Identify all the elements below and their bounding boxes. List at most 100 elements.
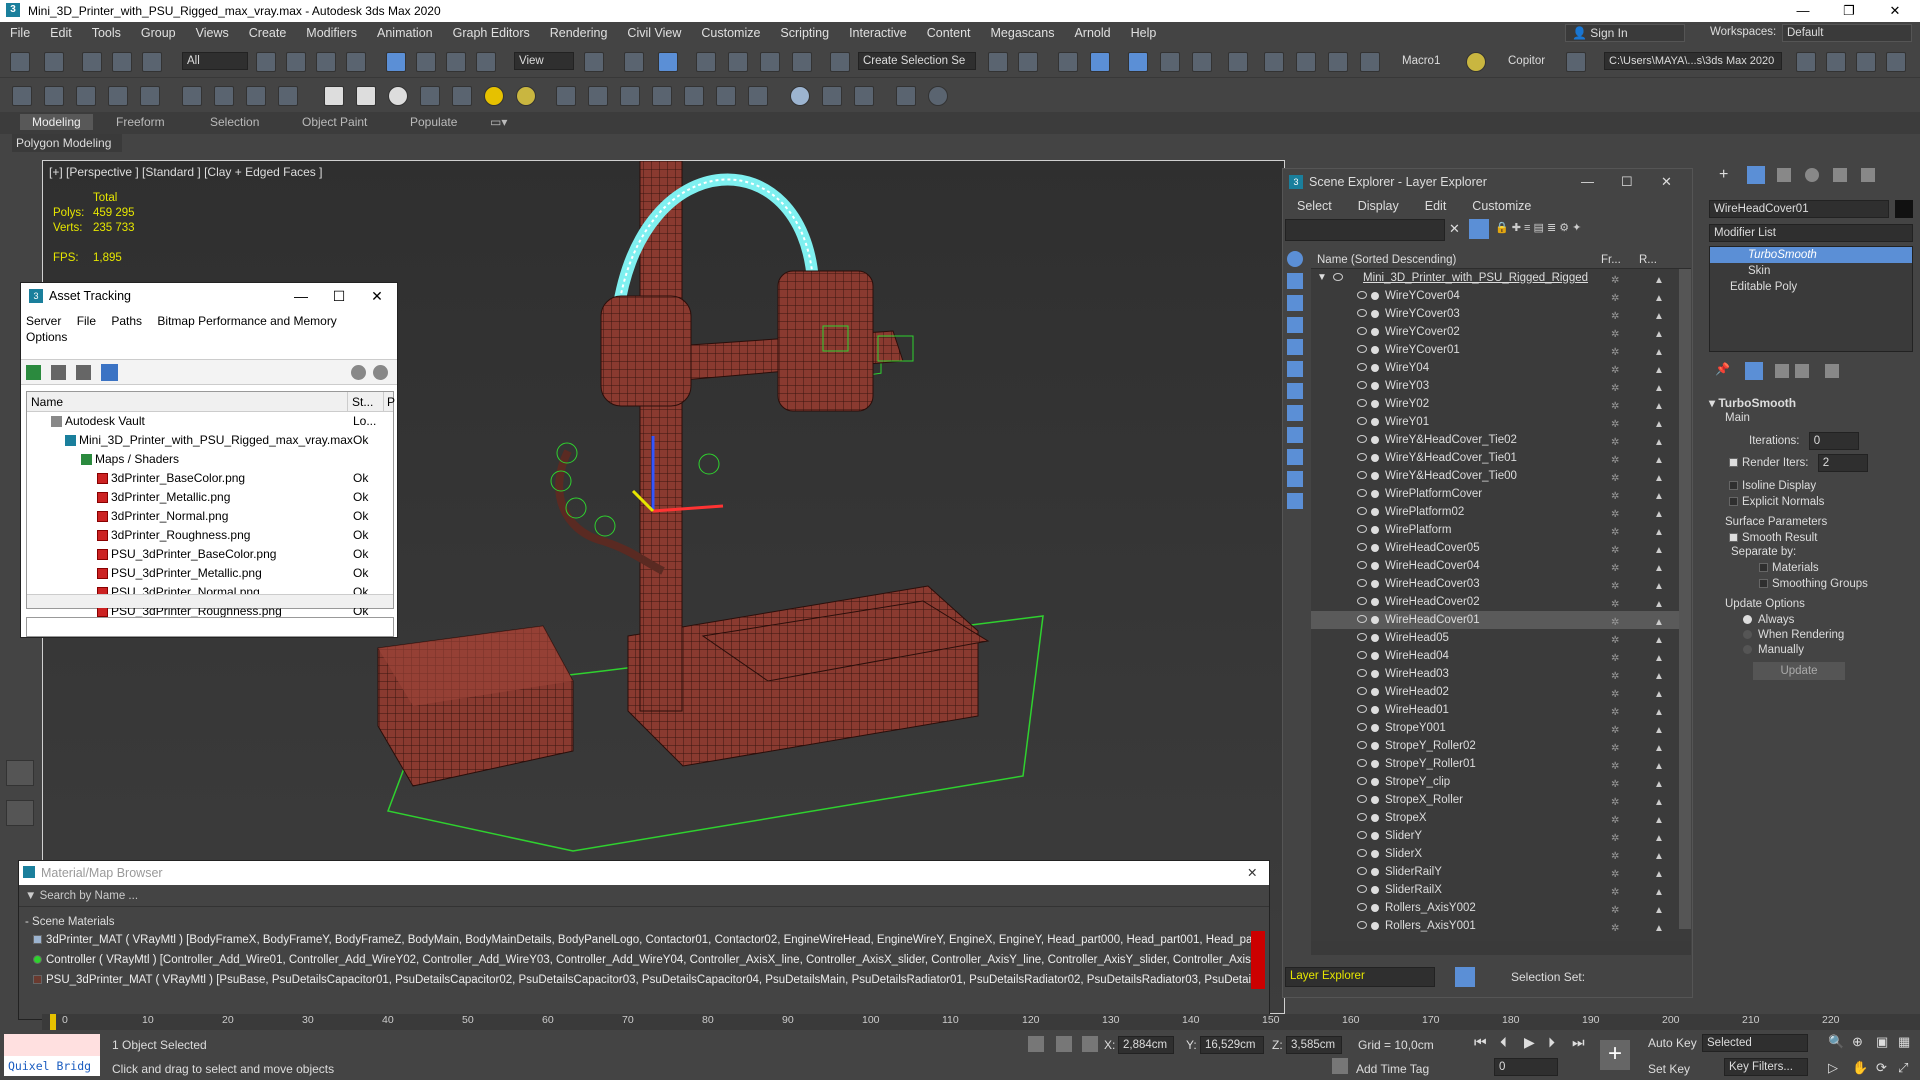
renderable-icon[interactable] xyxy=(1371,652,1379,660)
make-unique-icon[interactable] xyxy=(1775,364,1789,378)
vray-scatter-icon[interactable] xyxy=(684,86,704,106)
angle-snap-icon[interactable] xyxy=(728,52,748,72)
render-icon[interactable]: ▲ xyxy=(1654,452,1666,466)
freeze-icon[interactable]: ✲ xyxy=(1611,344,1621,358)
scene-horizontal-scrollbar[interactable] xyxy=(1311,941,1691,955)
reference-coord-dropdown[interactable]: View xyxy=(514,52,574,70)
scene-object-row[interactable]: StropeX_Roller ✲ ▲ xyxy=(1311,791,1691,809)
tab-populate[interactable]: Populate xyxy=(410,115,457,129)
freeze-icon[interactable]: ✲ xyxy=(1611,488,1621,502)
visibility-icon[interactable] xyxy=(1357,291,1367,299)
renderable-icon[interactable] xyxy=(1371,796,1379,804)
vray-sun-light-icon[interactable] xyxy=(484,86,504,106)
col-status[interactable]: St... xyxy=(347,392,373,412)
freeze-icon[interactable]: ✲ xyxy=(1611,398,1621,412)
display-lights-icon[interactable] xyxy=(1287,295,1303,311)
stack-item-editable-poly[interactable]: Editable Poly xyxy=(1710,279,1912,295)
scene-object-row[interactable]: WirePlatformCover ✲ ▲ xyxy=(1311,485,1691,503)
col-p[interactable]: P xyxy=(383,392,395,412)
maximize-button[interactable]: ❐ xyxy=(1826,0,1872,22)
visibility-icon[interactable] xyxy=(1357,435,1367,443)
layer-tools-icons[interactable]: 🔒 ✚ ≡ ▤ ≣ ⚙ ✦ xyxy=(1495,221,1675,237)
material-search-input[interactable]: Search by Name ... xyxy=(40,890,138,902)
display-hidden-icon[interactable] xyxy=(1287,493,1303,509)
clear-search-icon[interactable]: ✕ xyxy=(1449,221,1460,237)
smoothing-groups-checkbox[interactable] xyxy=(1759,579,1768,589)
scene-close-button[interactable]: ✕ xyxy=(1661,169,1672,195)
asset-row[interactable]: Maps / Shaders xyxy=(27,450,393,469)
renderable-icon[interactable] xyxy=(1371,328,1379,336)
render-icon[interactable]: ▲ xyxy=(1654,902,1666,916)
y-coordinate-field[interactable]: 16,529cm xyxy=(1200,1036,1264,1054)
menu-rendering[interactable]: Rendering xyxy=(540,26,618,40)
vray-icon-4[interactable] xyxy=(108,86,128,106)
visibility-icon[interactable] xyxy=(1357,507,1367,515)
render-icon[interactable]: ▲ xyxy=(1654,470,1666,484)
menu-group[interactable]: Group xyxy=(131,26,186,40)
visibility-icon[interactable] xyxy=(1357,381,1367,389)
vray-material-preview-icon[interactable] xyxy=(790,86,810,106)
move-icon[interactable] xyxy=(386,52,406,72)
list-view-icon[interactable] xyxy=(51,365,66,380)
visibility-icon[interactable] xyxy=(1357,525,1367,533)
visibility-icon[interactable] xyxy=(1357,615,1367,623)
zoom-all-icon[interactable]: ⊕ xyxy=(1852,1034,1863,1050)
menu-scripting[interactable]: Scripting xyxy=(770,26,839,40)
render-icon[interactable]: ▲ xyxy=(1654,650,1666,664)
pivot-icon[interactable] xyxy=(584,52,604,72)
scene-object-row[interactable]: StropeY_Roller01 ✲ ▲ xyxy=(1311,755,1691,773)
project-path-dropdown[interactable]: C:\Users\MAYA\...s\3ds Max 2020 xyxy=(1604,52,1782,70)
select-manipulate-icon[interactable] xyxy=(624,52,644,72)
render-iters-checkbox[interactable] xyxy=(1729,458,1738,468)
zoom-icon[interactable]: 🔍 xyxy=(1828,1034,1844,1050)
renderable-icon[interactable] xyxy=(1371,634,1379,642)
renderable-icon[interactable] xyxy=(1371,598,1379,606)
freeze-icon[interactable]: ✲ xyxy=(1611,452,1621,466)
freeze-icon[interactable]: ✲ xyxy=(1611,596,1621,610)
scene-object-row[interactable]: WireY04 ✲ ▲ xyxy=(1311,359,1691,377)
asset-row[interactable]: 3dPrinter_BaseColor.png Ok xyxy=(27,469,393,488)
stack-item-turbosmooth[interactable]: TurboSmooth xyxy=(1710,247,1912,263)
scene-object-row[interactable]: WireY02 ✲ ▲ xyxy=(1311,395,1691,413)
freeze-icon[interactable]: ✲ xyxy=(1611,776,1621,790)
isoline-checkbox[interactable] xyxy=(1729,481,1738,491)
col-name[interactable]: Name xyxy=(31,392,63,412)
named-selection-dropdown[interactable]: Create Selection Se xyxy=(858,52,976,70)
renderable-icon[interactable] xyxy=(1371,724,1379,732)
scene-object-row[interactable]: WireYCover02 ✲ ▲ xyxy=(1311,323,1691,341)
scene-materials-group[interactable]: - Scene Materials xyxy=(19,913,1269,931)
placement-icon[interactable] xyxy=(476,52,496,72)
render-icon[interactable]: ▲ xyxy=(1654,920,1666,934)
visibility-icon[interactable] xyxy=(1357,417,1367,425)
render-in-cloud-icon[interactable] xyxy=(1360,52,1380,72)
minimize-button[interactable]: — xyxy=(1780,0,1826,22)
material-browser-close[interactable]: ✕ xyxy=(1247,861,1257,885)
edit-named-selection-icon[interactable] xyxy=(830,52,850,72)
col-render[interactable]: R... xyxy=(1639,251,1657,269)
modify-tab-icon[interactable] xyxy=(1747,166,1765,184)
menu-megascans[interactable]: Megascans xyxy=(981,26,1065,40)
object-color-swatch[interactable] xyxy=(1895,200,1913,218)
render-icon[interactable]: ▲ xyxy=(1654,308,1666,322)
smooth-result-row[interactable]: Smooth Result xyxy=(1729,532,1913,544)
render-icon[interactable]: ▲ xyxy=(1654,848,1666,862)
vray-ies-icon[interactable] xyxy=(278,86,298,106)
workspace-icon-3[interactable] xyxy=(1856,52,1876,72)
scene-object-row[interactable]: Rollers_AxisY001 ✲ ▲ xyxy=(1311,917,1691,935)
visibility-icon[interactable] xyxy=(1357,453,1367,461)
render-icon[interactable]: ▲ xyxy=(1654,560,1666,574)
absolute-mode-icon[interactable] xyxy=(1082,1036,1098,1052)
scene-object-row[interactable]: WireYCover04 ✲ ▲ xyxy=(1311,287,1691,305)
vray-dome-icon[interactable] xyxy=(246,86,266,106)
vray-sun-icon[interactable] xyxy=(214,86,234,106)
sign-in-button[interactable]: 👤 Sign In xyxy=(1565,24,1685,42)
asset-menu-bitmap[interactable]: Bitmap Performance and Memory xyxy=(157,314,336,328)
scene-object-row[interactable]: WireHead03 ✲ ▲ xyxy=(1311,665,1691,683)
renderable-icon[interactable] xyxy=(1371,742,1379,750)
asset-row[interactable]: PSU_3dPrinter_Metallic.png Ok xyxy=(27,564,393,583)
renderable-icon[interactable] xyxy=(1371,364,1379,372)
display-tab-icon[interactable] xyxy=(1833,168,1847,182)
key-filters-button[interactable]: Key Filters... xyxy=(1724,1058,1808,1076)
display-bones-icon[interactable] xyxy=(1287,427,1303,443)
asset-minimize-button[interactable]: — xyxy=(283,283,319,309)
